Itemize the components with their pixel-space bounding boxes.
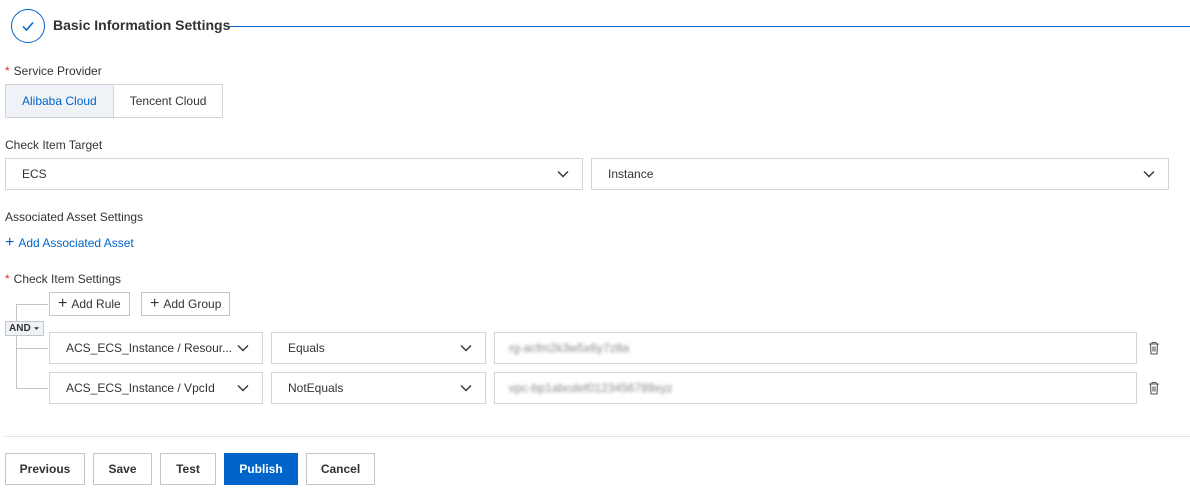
required-mark: *	[5, 272, 10, 286]
service-provider-radio-group: Alibaba Cloud Tencent Cloud	[5, 84, 224, 118]
associated-asset-label: Associated Asset Settings	[5, 210, 144, 224]
rule-field-select[interactable]: ACS_ECS_Instance / Resour...	[49, 332, 263, 364]
product-select[interactable]: ECS	[5, 158, 583, 190]
footer-divider	[5, 436, 1190, 437]
rule-operator-value: Equals	[288, 341, 325, 355]
service-provider-label: * Service Provider	[5, 64, 102, 78]
test-button[interactable]: Test	[160, 453, 216, 485]
rule-field-value: ACS_ECS_Instance / VpcId	[66, 381, 215, 395]
rule-field-select[interactable]: ACS_ECS_Instance / VpcId	[49, 372, 263, 404]
add-group-button[interactable]: + Add Group	[141, 292, 231, 316]
chevron-down-icon	[460, 385, 472, 392]
cancel-button[interactable]: Cancel	[306, 453, 375, 485]
resource-type-select[interactable]: Instance	[591, 158, 1169, 190]
plus-icon: +	[5, 234, 15, 251]
chevron-down-icon	[237, 345, 249, 352]
chevron-down-icon	[557, 171, 569, 178]
rule-value-text: rg-acfm2k3w5x6y7z8a	[509, 341, 630, 355]
rule-operator-select[interactable]: Equals	[271, 332, 486, 364]
trash-icon[interactable]	[1148, 341, 1160, 355]
previous-button[interactable]: Previous	[5, 453, 85, 485]
chevron-down-icon	[1143, 171, 1155, 178]
section-header: Basic Information Settings	[11, 9, 1190, 43]
rule-value-text: vpc-bp1abcdef0123456789xyz	[509, 381, 673, 395]
product-select-value: ECS	[22, 167, 47, 181]
rule-field-value: ACS_ECS_Instance / Resour...	[66, 341, 233, 355]
logic-operator-toggle[interactable]: AND	[5, 321, 44, 336]
provider-option-tencent-cloud[interactable]: Tencent Cloud	[113, 84, 224, 118]
provider-option-alibaba-cloud[interactable]: Alibaba Cloud	[5, 84, 114, 118]
publish-button[interactable]: Publish	[224, 453, 298, 485]
chevron-down-icon	[237, 385, 249, 392]
rule-operator-value: NotEquals	[288, 381, 344, 395]
tree-connector	[16, 348, 48, 349]
chevron-down-icon	[460, 345, 472, 352]
tree-connector	[16, 304, 48, 305]
plus-icon: +	[150, 295, 160, 312]
tree-connector	[16, 304, 17, 321]
tree-connector	[16, 388, 48, 389]
add-associated-asset-label: Add Associated Asset	[18, 236, 134, 250]
section-divider-line	[229, 26, 1190, 27]
add-rule-button[interactable]: + Add Rule	[49, 292, 130, 316]
check-item-settings-label: * Check Item Settings	[5, 272, 122, 286]
check-item-target-label: Check Item Target	[5, 138, 103, 152]
required-mark: *	[5, 64, 10, 78]
caret-down-icon	[33, 327, 39, 330]
rule-operator-select[interactable]: NotEquals	[271, 372, 486, 404]
rule-value-input[interactable]: vpc-bp1abcdef0123456789xyz	[494, 372, 1137, 404]
tree-connector	[16, 336, 17, 388]
resource-type-select-value: Instance	[608, 167, 654, 181]
plus-icon: +	[58, 295, 68, 312]
trash-icon[interactable]	[1148, 381, 1160, 395]
rule-value-input[interactable]: rg-acfm2k3w5x6y7z8a	[494, 332, 1137, 364]
add-associated-asset-link[interactable]: + Add Associated Asset	[5, 235, 134, 251]
step-check-icon	[11, 9, 45, 43]
section-title: Basic Information Settings	[53, 17, 231, 33]
save-button[interactable]: Save	[93, 453, 152, 485]
